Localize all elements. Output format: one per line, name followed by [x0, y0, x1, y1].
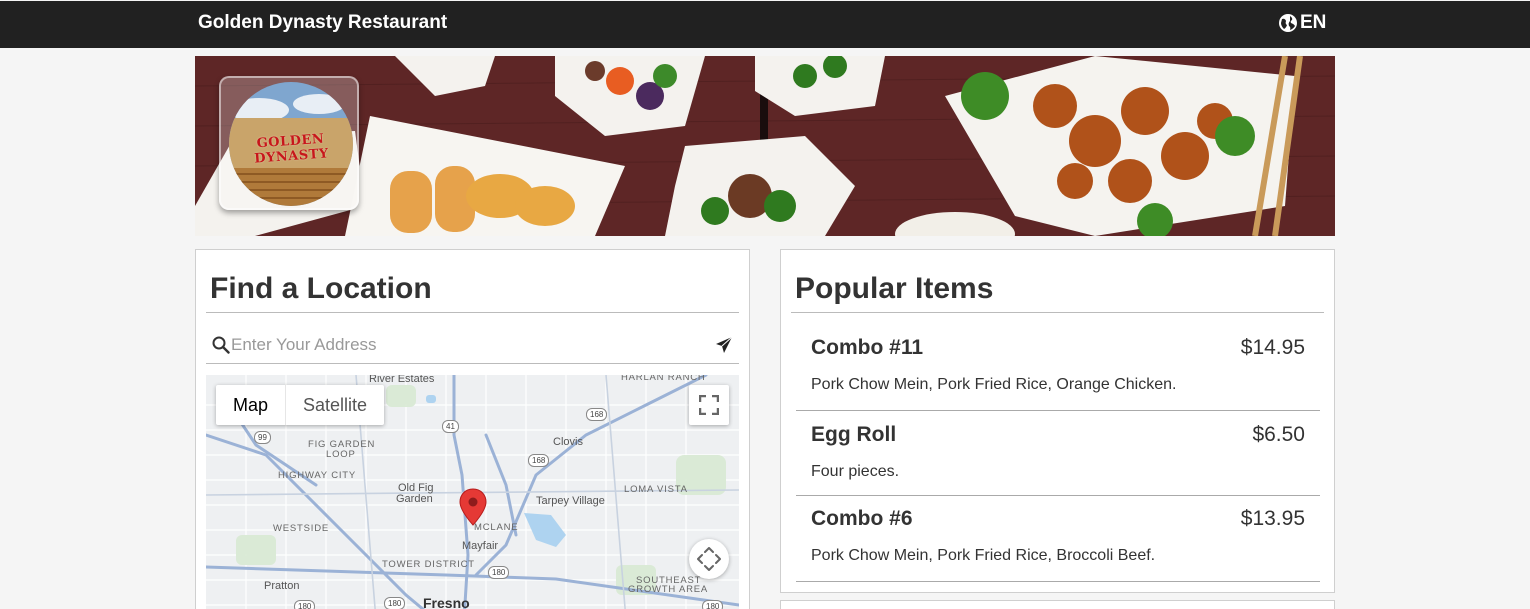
top-navbar: Golden Dynasty Restaurant EN	[0, 1, 1530, 48]
language-selector[interactable]: EN	[1278, 12, 1326, 34]
highway-shield: 41	[442, 420, 459, 433]
map-label: Pratton	[264, 580, 300, 592]
menu-item-name: Combo #11	[811, 336, 924, 359]
highway-shield: 180	[294, 600, 316, 609]
highway-shield: 180	[702, 600, 724, 609]
search-icon	[212, 336, 230, 354]
map-type-toggle: Map Satellite	[216, 385, 385, 425]
map-type-satellite-button[interactable]: Satellite	[286, 385, 384, 425]
map-label: River Estates	[369, 375, 435, 385]
map-pan-control[interactable]	[689, 539, 729, 579]
location-map[interactable]: River Estates HARLAN RANCH FIG GARDEN LO…	[206, 375, 739, 609]
highway-shield: 168	[586, 408, 608, 421]
menu-item[interactable]: Combo #6 $13.95 Pork Chow Mein, Pork Fri…	[796, 496, 1320, 582]
map-label: TOWER DISTRICT	[382, 559, 475, 570]
language-code: EN	[1300, 12, 1327, 33]
next-panel	[780, 600, 1335, 609]
fullscreen-icon	[699, 395, 719, 415]
map-label: LOOP	[326, 449, 356, 460]
map-label: Fresno	[423, 595, 470, 609]
menu-item-name: Combo #6	[811, 507, 913, 530]
highway-shield: 99	[254, 431, 271, 444]
location-panel: Find a Location Enter Your Address River…	[195, 249, 750, 609]
location-title: Find a Location	[210, 272, 432, 305]
map-label: Tarpey Village	[536, 495, 605, 507]
map-label: WESTSIDE	[273, 523, 330, 534]
map-pan-icon	[697, 547, 721, 571]
address-input[interactable]	[231, 330, 711, 360]
globe-icon	[1279, 14, 1297, 32]
menu-item-name: Egg Roll	[811, 423, 897, 446]
highway-shield: 168	[528, 454, 550, 467]
highway-shield: 180	[384, 597, 406, 609]
menu-item[interactable]: Egg Roll $6.50 Four pieces.	[796, 411, 1320, 496]
menu-item-price: $14.95	[1240, 336, 1305, 359]
food-photo	[195, 56, 1335, 236]
address-search	[206, 326, 739, 364]
menu-item-price: $13.95	[1240, 507, 1305, 530]
title-divider	[206, 312, 739, 313]
popular-title: Popular Items	[795, 272, 994, 305]
map-label: HIGHWAY CITY	[278, 470, 357, 481]
map-pin-icon[interactable]	[459, 488, 487, 526]
menu-item-description: Pork Chow Mein, Pork Fried Rice, Orange …	[811, 376, 1177, 393]
map-label: Clovis	[553, 436, 583, 448]
hero-banner	[195, 56, 1335, 236]
title-divider	[791, 312, 1324, 313]
map-label: Mayfair	[462, 540, 499, 552]
map-label: HARLAN RANCH	[621, 375, 706, 383]
menu-item-description: Pork Chow Mein, Pork Fried Rice, Broccol…	[811, 547, 1156, 564]
restaurant-logo[interactable]: GOLDEN DYNASTY	[219, 76, 359, 210]
send-icon[interactable]	[715, 336, 733, 354]
menu-item[interactable]: Combo #11 $14.95 Pork Chow Mein, Pork Fr…	[796, 322, 1320, 411]
menu-item-price: $6.50	[1252, 423, 1305, 446]
map-type-map-button[interactable]: Map	[216, 385, 287, 425]
fullscreen-button[interactable]	[689, 385, 729, 425]
menu-item-description: Four pieces.	[811, 463, 900, 480]
popular-items-panel: Popular Items Combo #11 $14.95 Pork Chow…	[780, 249, 1335, 593]
highway-shield: 180	[488, 566, 510, 579]
map-label: LOMA VISTA	[624, 484, 688, 495]
map-label: GROWTH AREA	[628, 584, 709, 595]
logo-image: GOLDEN DYNASTY	[229, 82, 353, 206]
map-label: Garden	[396, 493, 433, 505]
restaurant-name[interactable]: Golden Dynasty Restaurant	[198, 12, 447, 34]
